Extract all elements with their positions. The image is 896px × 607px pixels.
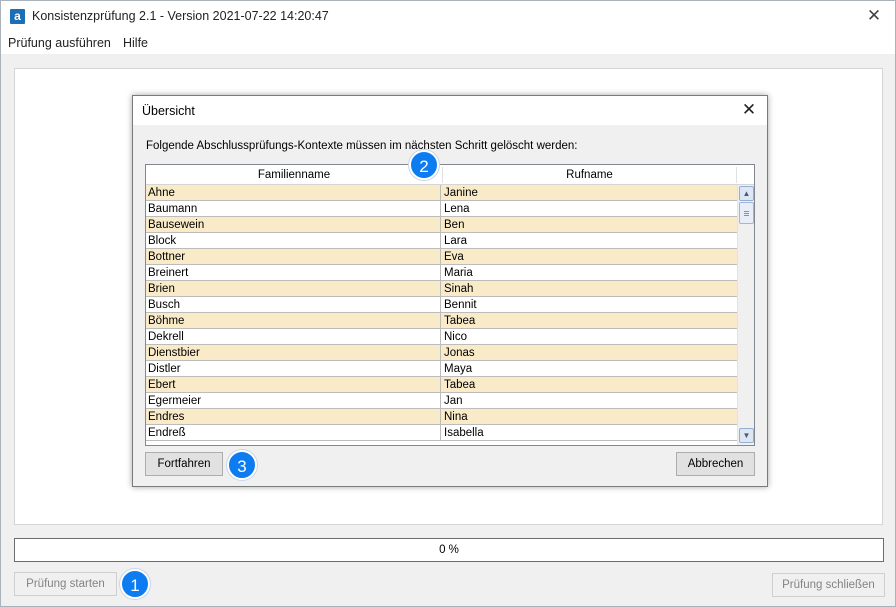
column-header-rufname[interactable]: Rufname — [443, 165, 736, 185]
cell-rufname: Tabea — [444, 379, 476, 391]
table-row[interactable]: Breinert Maria — [146, 265, 737, 281]
start-check-button[interactable]: Prüfung starten — [14, 572, 117, 596]
table-row[interactable]: Bottner Eva — [146, 249, 737, 265]
cell-rufname: Maria — [444, 267, 473, 279]
close-check-button[interactable]: Prüfung schließen — [772, 573, 885, 597]
cancel-button[interactable]: Abbrechen — [676, 452, 755, 476]
table-row[interactable]: Brien Sinah — [146, 281, 737, 297]
step-badge-1: 1 — [120, 569, 150, 599]
chevron-up-icon[interactable]: ▲ — [739, 186, 754, 201]
contexts-table: Familienname Rufname Ahne Janine Baumann Le… — [145, 164, 755, 446]
cell-familienname: Dekrell — [147, 329, 441, 344]
table-row[interactable]: Endreß Isabella — [146, 425, 737, 441]
cell-familienname: Baumann — [147, 201, 441, 216]
table-row[interactable]: Block Lara — [146, 233, 737, 249]
table-row[interactable]: Endres Nina — [146, 409, 737, 425]
table-row[interactable]: Busch Bennit — [146, 297, 737, 313]
cell-rufname: Isabella — [444, 427, 484, 439]
dialog-message: Folgende Abschlussprüfungs-Kontexte müss… — [146, 140, 578, 152]
cell-familienname: Dienstbier — [147, 345, 441, 360]
progress-bar: 0 % — [14, 538, 884, 562]
overview-dialog: Übersicht ✕ Folgende Abschlussprüfungs-K… — [132, 95, 768, 487]
scrollbar-thumb[interactable] — [739, 202, 754, 224]
menu-bar: Prüfung ausführen Hilfe — [1, 32, 895, 54]
table-row[interactable]: Dienstbier Jonas — [146, 345, 737, 361]
column-header-familienname[interactable]: Familienname — [146, 165, 442, 185]
cell-rufname: Maya — [444, 363, 473, 375]
table-row[interactable]: Ahne Janine — [146, 185, 737, 201]
cell-rufname: Lara — [444, 235, 468, 247]
table-row[interactable]: Distler Maya — [146, 361, 737, 377]
continue-button[interactable]: Fortfahren — [145, 452, 223, 476]
cell-familienname: Brien — [147, 281, 441, 296]
cell-rufname: Nico — [444, 331, 468, 343]
cell-familienname: Breinert — [147, 265, 441, 280]
cell-rufname: Jonas — [444, 347, 475, 359]
cell-familienname: Bottner — [147, 249, 441, 264]
app-logo-icon: a — [10, 9, 25, 24]
menu-hilfe[interactable]: Hilfe — [123, 36, 148, 50]
table-body: Ahne Janine Baumann Lena Bausewein Ben Block La… — [146, 185, 737, 441]
window-title: Konsistenzprüfung 2.1 - Version 2021-07-… — [32, 9, 329, 23]
cell-rufname: Jan — [444, 395, 463, 407]
cell-familienname: Block — [147, 233, 441, 248]
cell-familienname: Distler — [147, 361, 441, 376]
vertical-scrollbar[interactable]: ▲ ▼ — [737, 185, 754, 445]
cell-familienname: Endres — [147, 409, 441, 424]
cell-familienname: Ebert — [147, 377, 441, 392]
menu-pruefung-ausfuehren[interactable]: Prüfung ausführen — [8, 36, 111, 50]
cell-rufname: Eva — [444, 251, 464, 263]
table-row[interactable]: Dekrell Nico — [146, 329, 737, 345]
table-header: Familienname Rufname — [146, 165, 754, 185]
table-row[interactable]: Bausewein Ben — [146, 217, 737, 233]
column-separator[interactable] — [736, 167, 737, 183]
cell-familienname: Busch — [147, 297, 441, 312]
main-window: a Konsistenzprüfung 2.1 - Version 2021-0… — [0, 0, 896, 607]
cell-rufname: Sinah — [444, 283, 474, 295]
table-row[interactable]: Egermeier Jan — [146, 393, 737, 409]
dialog-close-button[interactable]: ✕ — [738, 99, 760, 121]
cell-rufname: Nina — [444, 411, 468, 423]
cell-rufname: Ben — [444, 219, 465, 231]
window-titlebar: a Konsistenzprüfung 2.1 - Version 2021-0… — [1, 1, 895, 32]
table-row[interactable]: Baumann Lena — [146, 201, 737, 217]
table-row[interactable]: Böhme Tabea — [146, 313, 737, 329]
cell-familienname: Bausewein — [147, 217, 441, 232]
cell-familienname: Egermeier — [147, 393, 441, 408]
dialog-titlebar: Übersicht ✕ — [133, 96, 767, 125]
chevron-down-icon[interactable]: ▼ — [739, 428, 754, 443]
cell-familienname: Ahne — [147, 185, 441, 200]
cell-rufname: Bennit — [444, 299, 477, 311]
cell-rufname: Lena — [444, 203, 470, 215]
cell-rufname: Janine — [444, 187, 478, 199]
table-row[interactable]: Ebert Tabea — [146, 377, 737, 393]
progress-label: 0 % — [439, 544, 459, 556]
window-close-button[interactable]: ✕ — [863, 5, 885, 27]
cell-familienname: Endreß — [147, 425, 441, 440]
step-badge-2: 2 — [409, 150, 439, 180]
cell-familienname: Böhme — [147, 313, 441, 328]
step-badge-3: 3 — [227, 450, 257, 480]
cell-rufname: Tabea — [444, 315, 476, 327]
dialog-title: Übersicht — [142, 104, 195, 118]
